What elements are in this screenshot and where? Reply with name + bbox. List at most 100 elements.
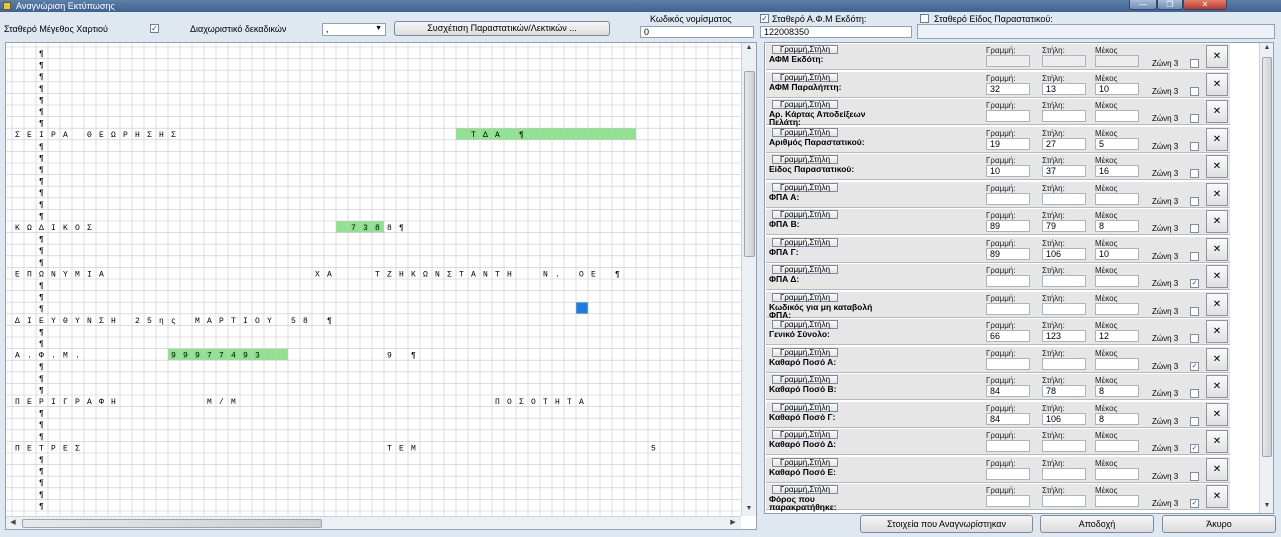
line-field[interactable]: 89 — [986, 220, 1030, 232]
remove-field-button[interactable]: ✕ — [1206, 265, 1228, 288]
zone-checkbox[interactable]: ✓ — [1190, 444, 1199, 453]
length-field[interactable] — [1095, 495, 1139, 507]
maximize-button[interactable]: ❐ — [1157, 0, 1183, 10]
line-field[interactable] — [986, 357, 1030, 370]
line-field[interactable] — [986, 440, 1030, 452]
scroll-left-arrow-icon[interactable]: ◀ — [6, 518, 20, 528]
scroll-up-arrow-icon[interactable]: ▲ — [1260, 43, 1273, 53]
column-field[interactable]: 106 — [1042, 247, 1086, 260]
zone-checkbox[interactable]: ✓ — [1190, 279, 1199, 288]
row-column-button[interactable]: Γραμμή,Στήλη — [772, 182, 838, 192]
row-column-button[interactable]: Γραμμή,Στήλη — [772, 485, 838, 494]
row-column-button[interactable]: Γραμμή,Στήλη — [772, 45, 838, 54]
remove-field-button[interactable]: ✕ — [1206, 375, 1228, 398]
zone-checkbox[interactable] — [1190, 169, 1199, 178]
minimize-button[interactable]: — — [1129, 0, 1157, 10]
column-field[interactable] — [1042, 192, 1086, 205]
row-column-button[interactable]: Γραμμή,Στήλη — [772, 100, 838, 109]
column-field[interactable]: 79 — [1042, 220, 1086, 232]
length-field[interactable]: 5 — [1095, 137, 1139, 150]
grid-vertical-scrollbar[interactable]: ▲ ▼ — [741, 43, 756, 516]
mapping-button[interactable]: Συσχέτιση Παραστατικών/Λεκτικών ... — [394, 21, 610, 36]
line-field[interactable] — [986, 192, 1030, 205]
column-field[interactable] — [1042, 467, 1086, 480]
remove-field-button[interactable]: ✕ — [1206, 127, 1228, 151]
currency-field[interactable]: 0 — [640, 26, 754, 38]
row-column-button[interactable]: Γραμμή,Στήλη — [772, 210, 838, 219]
line-field[interactable] — [986, 55, 1030, 67]
row-column-button[interactable]: Γραμμή,Στήλη — [772, 320, 838, 329]
line-field[interactable] — [986, 275, 1030, 287]
line-field[interactable]: 19 — [986, 137, 1030, 150]
zone-checkbox[interactable] — [1190, 86, 1199, 96]
length-field[interactable] — [1095, 302, 1139, 315]
grid-horizontal-scroll-thumb[interactable] — [22, 519, 322, 528]
grid-vertical-scroll-thumb[interactable] — [744, 71, 755, 257]
fixed-doc-type-checkbox[interactable] — [920, 14, 929, 23]
line-field[interactable] — [986, 495, 1030, 507]
cancel-button[interactable]: Άκυρο — [1162, 515, 1276, 533]
fixed-afm-checkbox[interactable]: ✓ — [760, 14, 769, 23]
zone-checkbox[interactable] — [1190, 59, 1199, 68]
zone-checkbox[interactable] — [1190, 114, 1199, 123]
scroll-right-arrow-icon[interactable]: ▶ — [726, 518, 740, 528]
line-field[interactable] — [986, 467, 1030, 480]
column-field[interactable] — [1042, 110, 1086, 122]
zone-checkbox[interactable] — [1190, 196, 1199, 206]
length-field[interactable]: 16 — [1095, 165, 1139, 177]
zone-checkbox[interactable]: ✓ — [1190, 499, 1199, 508]
row-column-button[interactable]: Γραμμή,Στήλη — [772, 155, 838, 164]
remove-field-button[interactable]: ✕ — [1206, 292, 1228, 316]
column-field[interactable]: 27 — [1042, 137, 1086, 150]
line-field[interactable]: 66 — [986, 330, 1030, 342]
length-field[interactable] — [1095, 110, 1139, 122]
remove-field-button[interactable]: ✕ — [1206, 457, 1228, 481]
fixed-doc-type-field[interactable] — [917, 24, 1275, 39]
zone-checkbox[interactable] — [1190, 141, 1199, 151]
length-field[interactable] — [1095, 55, 1139, 67]
row-column-button[interactable]: Γραμμή,Στήλη — [772, 457, 838, 467]
column-field[interactable] — [1042, 357, 1086, 370]
column-field[interactable]: 106 — [1042, 412, 1086, 425]
zone-checkbox[interactable] — [1190, 416, 1199, 426]
column-field[interactable]: 37 — [1042, 165, 1086, 177]
row-column-button[interactable]: Γραμμή,Στήλη — [772, 237, 838, 247]
line-field[interactable]: 89 — [986, 247, 1030, 260]
length-field[interactable]: 10 — [1095, 82, 1139, 95]
remove-field-button[interactable]: ✕ — [1206, 430, 1228, 453]
grid-horizontal-scrollbar[interactable]: ◀ ▶ — [6, 516, 741, 529]
line-field[interactable] — [986, 302, 1030, 315]
scroll-up-arrow-icon[interactable]: ▲ — [742, 43, 756, 53]
zone-checkbox[interactable] — [1190, 334, 1199, 343]
remove-field-button[interactable]: ✕ — [1206, 210, 1228, 233]
line-field[interactable]: 84 — [986, 385, 1030, 397]
zone-checkbox[interactable] — [1190, 471, 1199, 481]
zone-checkbox[interactable] — [1190, 306, 1199, 316]
row-column-button[interactable]: Γραμμή,Στήλη — [772, 292, 838, 302]
line-field[interactable]: 32 — [986, 82, 1030, 95]
remove-field-button[interactable]: ✕ — [1206, 100, 1228, 123]
paper-size-checkbox[interactable]: ✓ — [150, 24, 159, 33]
print-grid[interactable]: ¶¶¶¶¶¶¶¶¶¶¶¶¶¶¶¶¶¶¶¶¶¶¶¶¶¶¶¶¶¶¶¶¶Σ Ε Ι Ρ Α Θ Ε… — [6, 43, 741, 516]
length-field[interactable]: 10 — [1095, 247, 1139, 260]
fields-vertical-scrollbar[interactable]: ▲ ▼ — [1259, 43, 1273, 513]
zone-checkbox[interactable]: ✓ — [1190, 361, 1199, 371]
zone-checkbox[interactable] — [1190, 251, 1199, 261]
length-field[interactable] — [1095, 275, 1139, 287]
column-field[interactable] — [1042, 495, 1086, 507]
row-column-button[interactable]: Γραμμή,Στήλη — [772, 265, 838, 274]
length-field[interactable]: 8 — [1095, 412, 1139, 425]
remove-field-button[interactable]: ✕ — [1206, 320, 1228, 343]
column-field[interactable]: 13 — [1042, 82, 1086, 95]
remove-field-button[interactable]: ✕ — [1206, 45, 1228, 68]
remove-field-button[interactable]: ✕ — [1206, 155, 1228, 178]
length-field[interactable] — [1095, 440, 1139, 452]
length-field[interactable]: 12 — [1095, 330, 1139, 342]
scroll-down-arrow-icon[interactable]: ▼ — [742, 504, 756, 514]
remove-field-button[interactable]: ✕ — [1206, 485, 1228, 508]
length-field[interactable] — [1095, 192, 1139, 205]
remove-field-button[interactable]: ✕ — [1206, 347, 1228, 371]
remove-field-button[interactable]: ✕ — [1206, 237, 1228, 261]
close-window-button[interactable]: ✕ — [1183, 0, 1227, 10]
line-field[interactable]: 84 — [986, 412, 1030, 425]
